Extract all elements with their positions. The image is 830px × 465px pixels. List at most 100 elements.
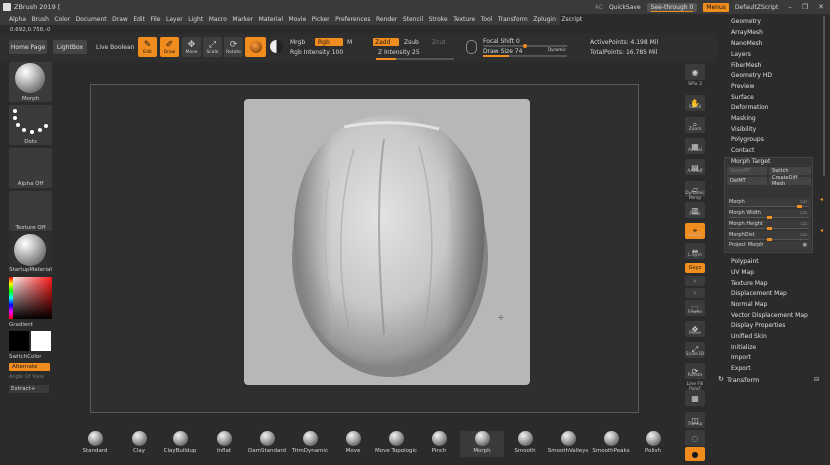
storemt-button[interactable]: StoreMT [727, 167, 767, 175]
draw-size-track[interactable] [483, 55, 567, 57]
restore-icon[interactable]: ❐ [802, 3, 808, 11]
palette-layers[interactable]: Layers [731, 51, 751, 58]
ghost-button[interactable]: ◌ [685, 430, 705, 446]
hue-strip[interactable] [9, 277, 13, 319]
palette-export[interactable]: Export [731, 365, 751, 372]
project-morph-button[interactable]: Project Morph ● [727, 241, 811, 250]
palette-transform[interactable]: Transform [727, 376, 759, 384]
morph-height-slider[interactable]: Morph Height ▫▫ [727, 220, 811, 230]
menu-picker[interactable]: Picker [312, 16, 330, 23]
menu-edit[interactable]: Edit [133, 16, 145, 23]
switch-button[interactable]: Switch [769, 167, 811, 175]
color-mode-icon[interactable] [270, 40, 283, 53]
menu-alpha[interactable]: Alpha [9, 16, 26, 23]
color-picker[interactable] [9, 277, 52, 319]
brush-polish[interactable]: Polish [631, 431, 675, 457]
menu-light[interactable]: Light [188, 16, 203, 23]
brush-move[interactable]: Move [331, 431, 375, 457]
palette-scrollbar[interactable] [823, 16, 825, 176]
menu-marker[interactable]: Marker [232, 16, 253, 23]
palette-display-properties[interactable]: Display Properties [731, 322, 785, 329]
brush-damstandard[interactable]: DamStandard [245, 431, 289, 457]
rgb-intensity-slider[interactable]: Rgb Intensity 100 [290, 49, 343, 56]
ac-button[interactable]: AC [595, 4, 603, 11]
focal-shift-slider[interactable]: Focal Shift 0 [483, 38, 520, 45]
menu-stencil[interactable]: Stencil [403, 16, 423, 23]
z-intensity-track[interactable] [376, 58, 454, 60]
menu-transform[interactable]: Transform [498, 16, 528, 23]
draw-size-slider[interactable]: Draw Size 74 [483, 48, 522, 55]
brush-standard[interactable]: Standard [73, 431, 117, 457]
palette-geometry-hd[interactable]: Geometry HD [731, 72, 772, 79]
draw-button[interactable]: ✐ Draw [160, 37, 179, 57]
brush-inflat[interactable]: Inflat [202, 431, 246, 457]
palette-texture-map[interactable]: Texture Map [731, 280, 768, 287]
menu-file[interactable]: File [150, 16, 160, 23]
mrgb-button[interactable]: Mrgb [290, 39, 305, 46]
menu-texture[interactable]: Texture [453, 16, 475, 23]
palette-polygroups[interactable]: Polygroups [731, 136, 764, 143]
palette-visibility[interactable]: Visibility [731, 126, 756, 133]
home-page-button[interactable]: Home Page [9, 40, 47, 54]
polyf-button[interactable]: ▦ [685, 390, 705, 406]
menu-stroke[interactable]: Stroke [429, 16, 448, 23]
brush-pinch[interactable]: Pinch [417, 431, 461, 457]
menu-brush[interactable]: Brush [32, 16, 49, 23]
menu-zscript[interactable]: Zscript [561, 16, 582, 23]
menu-movie[interactable]: Movie [289, 16, 307, 23]
menus-button[interactable]: Menus [703, 2, 729, 12]
morph-dist-slider[interactable]: MorphDist ▫▫ [727, 231, 811, 241]
palette-displacement-map[interactable]: Displacement Map [731, 290, 787, 297]
palette-nanomesh[interactable]: NanoMesh [731, 40, 762, 47]
main-color-swatch[interactable] [9, 331, 29, 351]
menu-material[interactable]: Material [259, 16, 283, 23]
morph-slider[interactable]: Morph ▫▫ [727, 198, 811, 208]
palette-geometry[interactable]: Geometry [731, 18, 761, 25]
minimize-icon[interactable]: – [788, 3, 792, 11]
m-button[interactable]: M [347, 39, 352, 46]
palette-surface[interactable]: Surface [731, 94, 754, 101]
bpr-button[interactable]: ◉ [685, 64, 705, 80]
palette-contact[interactable]: Contact [731, 147, 754, 154]
zsub-button[interactable]: Zsub [404, 39, 419, 46]
document-canvas[interactable] [244, 99, 530, 385]
z-intensity-slider[interactable]: Z Intensity 25 [378, 49, 420, 56]
solo-button[interactable]: ● [685, 447, 705, 461]
move-button[interactable]: ✥ Move [182, 37, 201, 57]
palette-collapse-icon[interactable]: ⊟ [814, 376, 819, 383]
s-button[interactable] [466, 40, 477, 54]
material-sphere-button[interactable] [245, 37, 266, 57]
brush-morph[interactable]: Morph [460, 431, 504, 457]
menu-render[interactable]: Render [376, 16, 397, 23]
palette-import[interactable]: Import [731, 354, 751, 361]
edit-button[interactable]: ✎ Edit [138, 37, 157, 57]
zcut-button[interactable]: Zcut [432, 39, 446, 46]
palette-uv-map[interactable]: UV Map [731, 269, 754, 276]
live-boolean-button[interactable]: Live Boolean [96, 44, 134, 51]
switch-color-button[interactable]: SwitchColor [9, 354, 52, 360]
brush-claybuildup[interactable]: ClayBuildup [158, 431, 202, 457]
palette-unified-skin[interactable]: Unified Skin [731, 333, 767, 340]
menu-macro[interactable]: Macro [209, 16, 227, 23]
brush-smoothpeaks[interactable]: SmoothPeaks [589, 431, 633, 457]
brush-move-topologic[interactable]: Move Topologic [374, 431, 418, 457]
lightbox-button[interactable]: LightBox [53, 40, 87, 54]
extract-button[interactable]: Extract+ [9, 385, 49, 393]
gxyz-button[interactable]: Gxyz [685, 263, 705, 273]
dynamic-button[interactable]: Dynamic [548, 47, 566, 52]
close-icon[interactable]: ✕ [818, 3, 824, 11]
secondary-color-swatch[interactable] [31, 331, 51, 351]
menu-layer[interactable]: Layer [166, 16, 183, 23]
alternate-button[interactable]: Alternate [9, 363, 50, 371]
brush-smoothvalleys[interactable]: SmoothValleys [546, 431, 590, 457]
palette-initialize[interactable]: Initialize [731, 344, 756, 351]
palette-arraymesh[interactable]: ArrayMesh [731, 29, 763, 36]
see-through-slider[interactable]: See-through 0 [646, 2, 698, 12]
menu-color[interactable]: Color [54, 16, 70, 23]
menu-zplugin[interactable]: Zplugin [533, 16, 556, 23]
menu-tool[interactable]: Tool [481, 16, 493, 23]
rotate-button[interactable]: ⟳ Rotate [224, 37, 243, 57]
morph-width-slider[interactable]: Morph Width ▫▫ [727, 209, 811, 219]
palette-polypaint[interactable]: Polypaint [731, 258, 759, 265]
palette-fibermesh[interactable]: FiberMesh [731, 62, 761, 69]
